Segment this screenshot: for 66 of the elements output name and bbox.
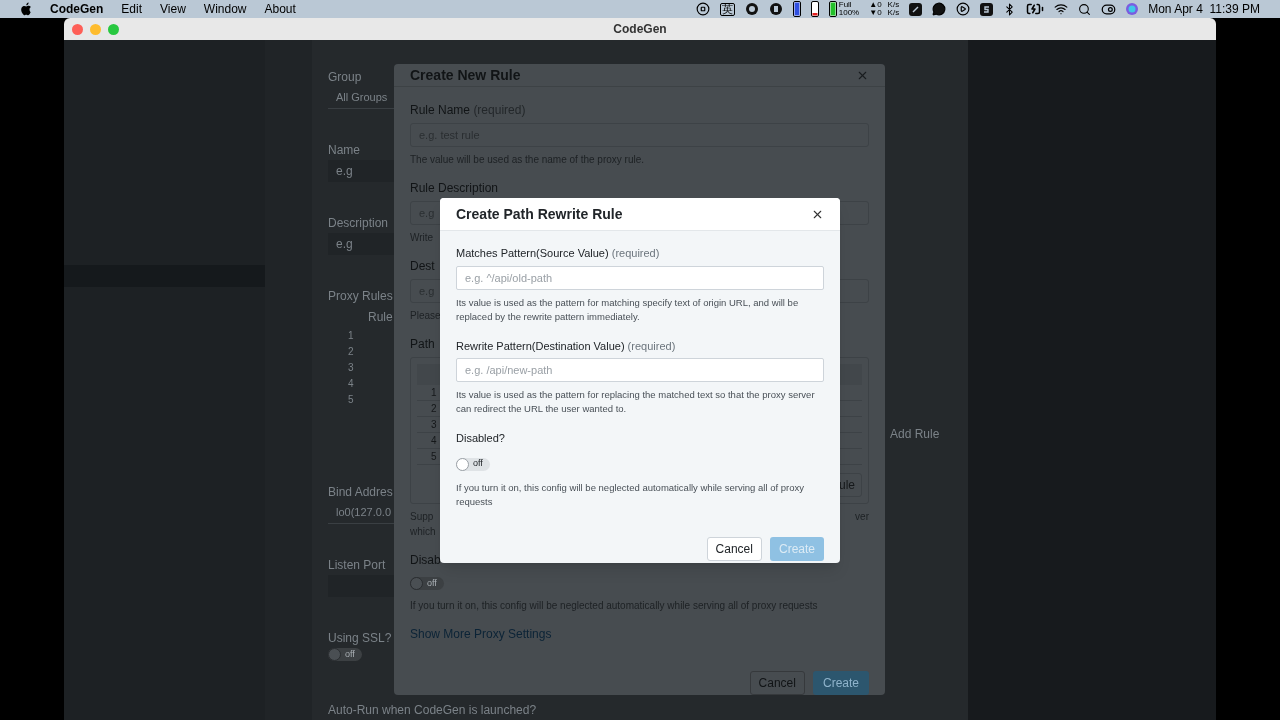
input-method-indicator[interactable]: 英 [719,2,735,16]
input-field[interactable]: e.g [328,160,394,182]
field-label: Description [328,216,389,230]
menu-item[interactable]: View [160,0,186,18]
field-hint: If you turn it on, this config will be neglected automatically while serving all of proxy requests [456,480,805,509]
field-label: Using SSL? [328,631,392,645]
battery-level-icon [828,1,837,17]
rate-unit: K/s [887,1,900,9]
field-label: Disab [410,552,441,569]
field-hint: Its value is used as the pattern for matching specify text of origin URL, and will be replaced by the rewrite pattern immediately. [456,295,800,324]
input-field[interactable]: e.g [328,233,394,255]
pattern-input[interactable]: e.g. ^/api/old-path [456,265,824,290]
level-bar-icon [792,1,801,17]
dialog-title: Create Path Rewrite Rule [456,204,623,224]
control-center-icon[interactable] [1101,1,1117,17]
field-label: Auto-Run when CodeGen is launched? [328,703,537,717]
field-hint: Its value is used as the pattern for replacing the matched text so that the proxy server can redirect the URL the user wanted to. [456,388,816,416]
level-bar-icon [810,1,819,17]
app-square-icon[interactable] [980,2,994,16]
row-number: 2 [348,345,354,359]
chat-icon[interactable] [932,2,947,16]
apple-logo-icon[interactable] [20,2,32,16]
wifi-icon[interactable] [1054,2,1069,16]
row-number: 1 [348,329,354,343]
search-icon[interactable] [1078,2,1092,16]
window-title: CodeGen [612,21,668,38]
add-rule-button[interactable]: Add Rule [890,425,940,443]
toggle-switch[interactable]: off [410,577,444,590]
row-number: 5 [348,393,354,407]
app-square-icon[interactable] [909,2,923,16]
field-label: Rule Description [410,180,499,197]
upload-rate: ▲0 [869,1,882,9]
create-button[interactable]: Create [812,671,869,695]
column-header: Rule [368,309,393,326]
input-field[interactable] [328,575,394,597]
field-label: Bind Addres [328,485,393,499]
dialog-title: Create New Rule [410,65,521,85]
field-label: Proxy Rules [328,289,393,303]
circle-icon[interactable] [768,2,783,16]
menu-item[interactable]: Edit [121,0,143,18]
play-icon[interactable] [956,2,971,16]
field-label: Path [410,336,435,353]
menu-item[interactable]: Window [203,0,247,18]
menu-item[interactable]: About [264,0,296,18]
cancel-button[interactable]: Cancel [706,536,762,561]
field-label: Dest [410,258,435,275]
toggle-switch[interactable]: off [328,648,362,661]
field-label: Matches Pattern(Source Value) (required) [456,246,660,261]
pattern-input[interactable]: e.g. /api/new-path [456,358,824,382]
assistant-orb-icon[interactable] [1126,3,1139,15]
row-number: 4 [348,377,354,391]
field-label: Group [328,70,362,84]
app-menu[interactable]: CodeGen [50,0,104,18]
row-number: 3 [348,361,354,375]
download-rate: ▼0 [869,9,882,17]
field-label: Name [328,143,360,157]
toggle-switch[interactable]: off [456,457,490,471]
stop-icon[interactable] [695,2,710,16]
field-label: Listen Port [328,558,386,572]
rate-unit: K/s [887,9,900,17]
battery-status: Full [838,1,853,9]
circle-icon[interactable] [744,2,759,16]
menu-bar-clock[interactable]: Mon Apr 4 11:39 PM [1148,0,1260,18]
field-label: Disabled? [456,431,505,446]
field-label: Rewrite Pattern(Destination Value) (required) [456,338,676,354]
battery-percent: 100% [838,9,860,17]
